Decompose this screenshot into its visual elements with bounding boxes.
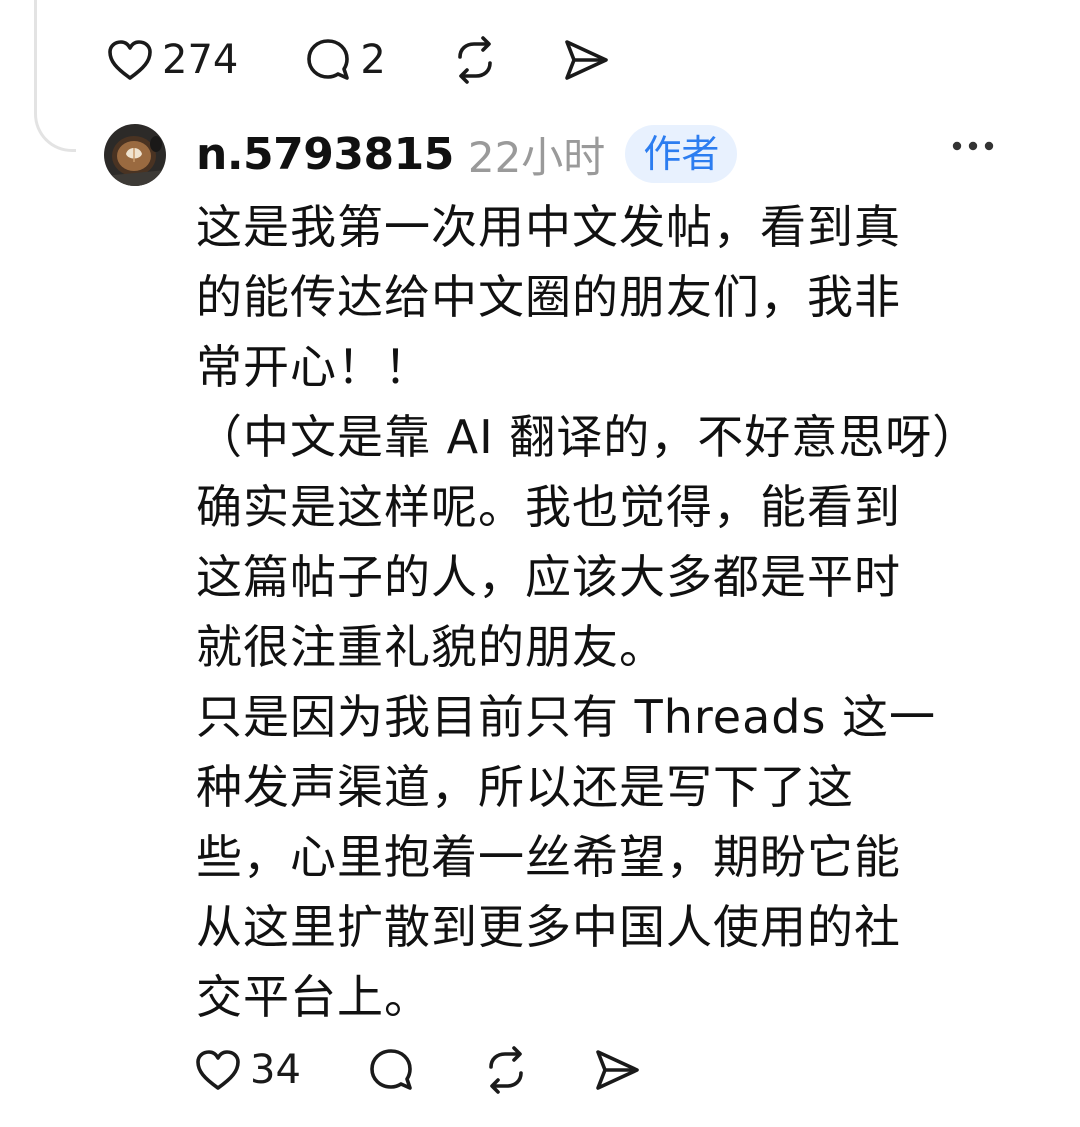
reply-action-bar: 34: [194, 1040, 641, 1100]
reply-body: 这是我第一次用中文发帖，看到真 的能传达给中文圈的朋友们，我非 常开心！！ （中…: [196, 192, 986, 1032]
reply-paragraph: （中文是靠 AI 翻译的，不好意思呀）: [196, 410, 980, 464]
share-button[interactable]: [593, 1040, 641, 1100]
reply-paragraph: 只是因为我目前只有 Threads 这一 种发声渠道，所以还是写下了这 些，心里…: [196, 690, 937, 1024]
parent-post-action-bar: 274 2: [106, 30, 610, 90]
author-badge: 作者: [625, 125, 738, 183]
like-count: 34: [250, 1047, 301, 1093]
more-options-button[interactable]: [948, 130, 998, 162]
coffee-cup-photo-icon: [104, 124, 166, 186]
heart-icon: [196, 1050, 240, 1090]
reply-button[interactable]: 2: [304, 30, 386, 90]
repost-icon: [489, 1046, 523, 1094]
heart-icon: [108, 40, 152, 80]
repost-button[interactable]: [481, 1040, 531, 1100]
like-button[interactable]: 274: [106, 30, 238, 90]
username[interactable]: n.5793815: [196, 129, 454, 180]
comment-icon: [370, 1049, 412, 1090]
repost-icon: [458, 36, 492, 84]
comment-icon: [307, 39, 350, 80]
thread-connector-line: [34, 0, 76, 152]
more-icon: [952, 141, 994, 151]
reply-header: n.5793815 22小时 作者: [196, 122, 738, 186]
reply-paragraph: 确实是这样呢。我也觉得，能看到 这篇帖子的人，应该大多都是平时 就很注重礼貌的朋…: [196, 480, 901, 674]
like-count: 274: [162, 37, 239, 83]
repost-button[interactable]: [450, 30, 500, 90]
reply-count: 2: [360, 37, 386, 83]
avatar[interactable]: [104, 124, 166, 186]
share-button[interactable]: [562, 30, 610, 90]
like-button[interactable]: 34: [194, 1040, 301, 1100]
send-icon: [596, 1050, 639, 1090]
send-icon: [565, 40, 608, 80]
reply-paragraph: 这是我第一次用中文发帖，看到真 的能传达给中文圈的朋友们，我非 常开心！！: [196, 200, 901, 394]
timestamp: 22小时: [467, 132, 606, 182]
reply-button[interactable]: [367, 1040, 415, 1100]
